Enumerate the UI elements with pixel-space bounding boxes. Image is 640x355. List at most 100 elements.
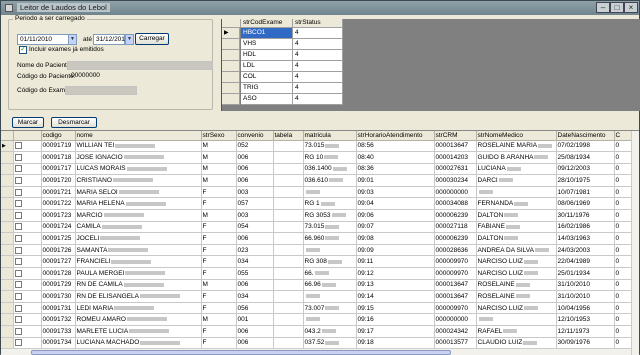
table-row[interactable]: 00091717 LUCAS MORAIS M 006 036.1400 08:36 000…	[1, 163, 639, 176]
cell-nascimento[interactable]: 09/12/2003	[556, 163, 615, 176]
cell-horario[interactable]: 09:09	[356, 244, 435, 257]
cell-sexo[interactable]: M	[201, 151, 237, 164]
row-header[interactable]	[1, 255, 14, 269]
col-tabela[interactable]: tabela	[273, 131, 304, 141]
row-checkbox[interactable]	[14, 339, 22, 347]
cell-crm[interactable]: 000034088	[434, 197, 477, 211]
row-header[interactable]	[1, 151, 14, 164]
cell-matricula[interactable]: 037.52	[303, 337, 357, 350]
row-select-cell[interactable]	[13, 174, 42, 187]
cell-convenio[interactable]: 055	[236, 267, 274, 280]
row-select-cell[interactable]	[13, 290, 42, 303]
row-header[interactable]	[1, 337, 14, 350]
table-row[interactable]: 00091721 MARIA SELOI F 003 09:03 000000000 10/…	[1, 186, 639, 199]
row-checkbox[interactable]	[14, 188, 22, 196]
exam-row-header[interactable]	[222, 61, 240, 72]
cell-medico[interactable]: DALTON	[476, 209, 557, 222]
cell-codigo[interactable]: 00091726	[41, 244, 76, 257]
cell-sexo[interactable]: M	[201, 163, 237, 176]
cell-sexo[interactable]: F	[201, 267, 237, 280]
row-select-cell[interactable]	[13, 221, 42, 234]
exam-status-cell[interactable]: 4	[293, 94, 343, 105]
row-header[interactable]	[1, 313, 14, 326]
cell-sexo[interactable]: F	[201, 244, 237, 257]
cell-medico[interactable]: ROSELAINE MARIA	[476, 140, 557, 153]
load-button[interactable]: Carregar	[135, 33, 169, 45]
exam-status-cell[interactable]: 4	[293, 39, 343, 50]
cell-matricula[interactable]: 66.960	[303, 232, 357, 245]
cell-convenio[interactable]: 006	[236, 337, 274, 350]
cell-matricula[interactable]	[303, 244, 357, 257]
cell-sexo[interactable]: M	[201, 140, 237, 153]
row-checkbox[interactable]	[14, 142, 22, 150]
exam-status-cell[interactable]: 4	[293, 28, 343, 39]
cell-codigo[interactable]: 00091727	[41, 255, 76, 269]
cell-horario[interactable]: 09:12	[356, 267, 435, 280]
minimize-button[interactable]: –	[596, 2, 610, 13]
cell-tabela[interactable]	[273, 163, 304, 176]
table-row[interactable]: 00091727 FRANCIELI F 034 RG 308 09:11 00000997…	[1, 255, 639, 269]
cell-sexo[interactable]: M	[201, 279, 237, 292]
cell-tabela[interactable]	[273, 313, 304, 326]
exam-row-header[interactable]	[222, 94, 240, 105]
start-date-picker[interactable]: 01/11/2010	[17, 34, 69, 45]
row-header[interactable]: ▶	[1, 140, 14, 153]
exam-code-cell[interactable]: HDL	[241, 50, 293, 61]
cell-nome[interactable]: JOSE IGNACIO	[75, 151, 202, 164]
cell-codigo[interactable]: 00091725	[41, 232, 76, 245]
exam-row-header[interactable]	[222, 39, 240, 50]
cell-convenio[interactable]: 057	[236, 197, 274, 211]
cell-crm[interactable]: 000030234	[434, 174, 477, 187]
cell-tabela[interactable]	[273, 255, 304, 269]
table-row[interactable]: 00091725 JOCELI F 006 66.960 09:08 000006239 DA…	[1, 232, 639, 245]
row-select-cell[interactable]	[13, 302, 42, 315]
cell-convenio[interactable]: 056	[236, 302, 274, 315]
exam-code-field[interactable]	[65, 86, 137, 95]
cell-nascimento[interactable]: 30/09/1976	[556, 337, 615, 350]
row-checkbox[interactable]	[14, 327, 22, 335]
cell-matricula[interactable]: 66.	[303, 267, 357, 280]
table-row[interactable]: 00091729 RN DE CAMILA M 006 66.96 09:13 000013…	[1, 279, 639, 292]
cell-matricula[interactable]: 73.007	[303, 302, 357, 315]
cell-nome[interactable]: SAMANTA	[75, 244, 202, 257]
row-select-cell[interactable]	[13, 244, 42, 257]
maximize-button[interactable]: □	[610, 2, 624, 13]
row-checkbox[interactable]	[14, 269, 22, 277]
cell-matricula[interactable]	[303, 290, 357, 303]
end-date-picker[interactable]: 31/12/2010	[93, 34, 129, 45]
cell-medico[interactable]: NARCISO LUIZ	[476, 255, 557, 269]
cell-medico[interactable]: FERNANDA	[476, 197, 557, 211]
exam-status-cell[interactable]: 4	[293, 61, 343, 72]
cell-tabela[interactable]	[273, 221, 304, 234]
cell-horario[interactable]: 09:03	[356, 186, 435, 199]
cell-crm[interactable]: 000000000	[434, 186, 477, 199]
table-row[interactable]: 00091731 LEDI MARIA F 056 73.007 09:15 0000099…	[1, 302, 639, 315]
exam-status-cell[interactable]: 4	[293, 72, 343, 83]
table-row[interactable]: 00091734 LUCIANA MACHADO F 006 037.52 09:18 00…	[1, 337, 639, 350]
cell-convenio[interactable]: 001	[236, 313, 274, 326]
row-select-cell[interactable]	[13, 313, 42, 326]
cell-medico[interactable]: RAFAEL	[476, 325, 557, 338]
cell-horario[interactable]: 09:08	[356, 232, 435, 245]
cell-nascimento[interactable]: 10/07/1981	[556, 186, 615, 199]
cell-nome[interactable]: JOCELI	[75, 232, 202, 245]
row-header[interactable]	[1, 290, 14, 303]
row-checkbox[interactable]	[14, 153, 22, 161]
col-nascimento[interactable]: DateNascimento	[556, 131, 615, 141]
col-select[interactable]	[13, 131, 42, 141]
vertical-scrollbar[interactable]	[631, 131, 639, 355]
cell-sexo[interactable]: F	[201, 255, 237, 269]
col-convenio[interactable]: convenio	[236, 131, 274, 141]
cell-codigo[interactable]: 00091720	[41, 174, 76, 187]
cell-nascimento[interactable]: 12/11/1973	[556, 325, 615, 338]
cell-horario[interactable]: 09:16	[356, 313, 435, 326]
exam-row-header[interactable]: ▶	[222, 28, 240, 39]
cell-nome[interactable]: MARIA HELENA	[75, 197, 202, 211]
cell-codigo[interactable]: 00091731	[41, 302, 76, 315]
row-header[interactable]	[1, 267, 14, 280]
cell-nome[interactable]: RN DE CAMILA	[75, 279, 202, 292]
cell-horario[interactable]: 09:15	[356, 302, 435, 315]
cell-nascimento[interactable]: 31/10/2010	[556, 279, 615, 292]
row-checkbox[interactable]	[14, 176, 22, 184]
table-row[interactable]: 00091730 RN DE ELISANGELA F 034 09:14 0000136…	[1, 290, 639, 303]
